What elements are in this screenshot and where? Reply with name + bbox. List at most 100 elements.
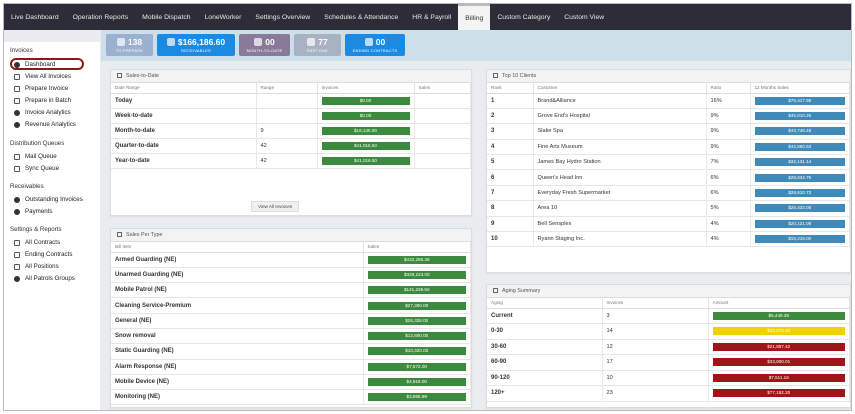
ratio: 6% — [706, 169, 751, 186]
sidebar-item-invoice-analytics[interactable]: Invoice Analytics — [14, 109, 71, 116]
sidebar-item-revenue-analytics[interactable]: Revenue Analytics — [14, 121, 76, 128]
customer-name: Bell Sensplex — [533, 216, 707, 233]
sales-bar: $16,219.00 — [754, 235, 845, 244]
tab-hr-payroll[interactable]: HR & Payroll — [405, 4, 458, 30]
tab-live-dashboard[interactable]: Live Dashboard — [4, 4, 66, 30]
amount-bar: $77,162.20 — [712, 389, 845, 398]
tab-settings-overview[interactable]: Settings Overview — [248, 4, 317, 30]
column-header: Range — [256, 83, 318, 94]
aging-label: 90-120 — [487, 370, 603, 386]
to-prepare-badge[interactable]: 138 TO PREPARE — [106, 34, 153, 56]
ending-contracts-badge[interactable]: 00 ENDING CONTRACTS — [345, 34, 405, 56]
tab-operation-reports[interactable]: Operation Reports — [66, 4, 136, 30]
tab-custom-category[interactable]: Custom Category — [490, 4, 557, 30]
aging-summary-panel: Aging Summary Aging Invoices Amount Curr… — [486, 284, 851, 408]
amount-bar: $30,578.40 — [712, 327, 845, 336]
table-row: 5 James Bay Hydro Station 7% $32,131.14 — [487, 154, 850, 171]
table-row: 4 Fine Arts Museum 9% $42,880.53 — [487, 139, 850, 156]
location-icon — [14, 263, 20, 270]
amount-bar: $33,600.01 — [712, 358, 845, 367]
sales-bar: $28,634.76 — [754, 173, 845, 182]
sidebar-item-all-positions[interactable]: All Positions — [14, 263, 59, 270]
month-to-date-badge[interactable]: 00 MONTH-TO-DATE — [239, 34, 290, 56]
sidebar-item-view-all-invoices[interactable]: View All Invoices — [14, 73, 71, 80]
sales-bar: $432,286.38 — [367, 255, 466, 264]
exchange-icon — [117, 73, 122, 78]
rank: 8 — [487, 200, 534, 217]
sidebar-item-outstanding-invoices[interactable]: Outstanding Invoices — [14, 196, 83, 203]
rank: 7 — [487, 185, 534, 202]
sidebar-item-prepare-in-batch[interactable]: Prepare in Batch — [14, 97, 71, 104]
panel-title: Sales-to-Date — [126, 73, 159, 79]
sidebar-item-label: Dashboard — [25, 61, 56, 68]
tab-mobile-dispatch[interactable]: Mobile Dispatch — [135, 4, 197, 30]
ratio: 9% — [706, 139, 751, 156]
invoice-count: 23 — [602, 385, 709, 402]
dashboard-icon — [14, 61, 20, 68]
row-label: Alarm Response (NE) — [111, 359, 364, 375]
table-row: 8 Area 10 5% $25,433.08 — [487, 200, 850, 217]
row-label: Unarmed Guarding (NE) — [111, 267, 364, 284]
top-clients-table: Rank Customer Ratio 12 Months Sales 1 Bra… — [487, 83, 850, 248]
table-row: 3 Slake Spa 9% $43,748.48 — [487, 123, 850, 140]
invoice-count: 12 — [602, 339, 709, 355]
sidebar-item-label: Payments — [25, 208, 53, 215]
sidebar-item-label: All Contracts — [25, 239, 61, 246]
tab-schedules-attendance[interactable]: Schedules & Attendance — [317, 4, 405, 30]
customer-name: Queen's Head Inn — [533, 169, 707, 186]
aging-label: 60-90 — [487, 354, 603, 371]
rank: 1 — [487, 93, 534, 109]
sidebar-item-all-contracts[interactable]: All Contracts — [14, 239, 60, 246]
sidebar-item-prepare-invoice[interactable]: Prepare Invoice — [14, 85, 68, 92]
row-label: Mobile Device (NE) — [111, 374, 364, 391]
top-clients-panel: Top 10 Clients Rank Customer Ratio 12 Mo… — [486, 69, 851, 273]
sidebar-item-mail-queue[interactable]: Mail Queue — [14, 153, 57, 160]
rank: 5 — [487, 154, 534, 171]
panel-header: Top 10 Clients — [487, 70, 850, 83]
badge-label: RECEIVABLES — [181, 48, 211, 53]
table-row: Mobile Patrol (NE) $121,239.50 — [111, 282, 471, 299]
sales-bar: $12,600.00 — [367, 332, 466, 341]
row-label: Today — [111, 93, 257, 109]
table-row: Alarm Response (NE) $7,572.00 — [111, 359, 471, 375]
sales-bar: $32,131.14 — [754, 158, 845, 167]
clock-icon — [254, 38, 263, 46]
table-row: Mobile Device (NE) $4,918.00 — [111, 374, 471, 391]
ratio: 9% — [706, 123, 751, 140]
tab-billing[interactable]: Billing — [458, 4, 491, 30]
view-all-invoices-button[interactable]: View All Invoices — [251, 201, 300, 212]
tab-custom-view[interactable]: Custom View — [557, 4, 611, 30]
chart-icon — [14, 121, 20, 128]
sidebar-item-all-patrols-groups[interactable]: All Patrols Groups — [14, 275, 75, 282]
sidebar-item-ending-contracts[interactable]: Ending Contracts — [14, 251, 72, 258]
table-row: Year-to-date 42 $41,016.50 — [111, 153, 471, 169]
ratio: 4% — [706, 231, 751, 248]
row-label: Armed Guarding (NE) — [111, 252, 364, 268]
invoice-count: 14 — [602, 323, 709, 340]
sidebar-item-dashboard[interactable]: Dashboard — [14, 61, 55, 68]
sidebar-section-invoices: Invoices — [10, 47, 33, 54]
sales-bar: $25,433.08 — [754, 204, 845, 213]
receivables-badge[interactable]: $166,186.60 RECEIVABLES — [157, 34, 235, 56]
rank: 10 — [487, 231, 534, 248]
table-row: 2 Grove End's Hospital 9% $45,010.26 — [487, 108, 850, 125]
table-row: Armed Guarding (NE) $432,286.38 — [111, 252, 471, 268]
list-icon — [117, 232, 122, 237]
rank: 2 — [487, 108, 534, 125]
customer-name: Everyday Fresh Supermarket — [533, 185, 707, 202]
ratio: 4% — [706, 216, 751, 233]
sidebar-item-label: Ending Contracts — [25, 251, 73, 258]
panel-title: Top 10 Clients — [502, 73, 537, 79]
sidebar-item-sync-queue[interactable]: Sync Queue — [14, 165, 59, 172]
sidebar-item-payments[interactable]: Payments — [14, 208, 53, 215]
sales-bar: $121,239.50 — [367, 286, 466, 295]
sales-per-type-panel: Sales Per Type Bill Item Sales Armed Gua… — [110, 228, 472, 408]
customer-name: Grove End's Hospital — [533, 108, 707, 125]
tab-loneworker[interactable]: LoneWorker — [198, 4, 249, 30]
row-label: Snow removal — [111, 328, 364, 345]
past-due-badge[interactable]: 77 PAST DUE — [294, 34, 341, 56]
customer-name: James Bay Hydro Station — [533, 154, 707, 171]
top-nav: Live Dashboard Operation Reports Mobile … — [4, 4, 851, 30]
warning-icon — [14, 196, 20, 203]
car-icon — [14, 275, 20, 282]
